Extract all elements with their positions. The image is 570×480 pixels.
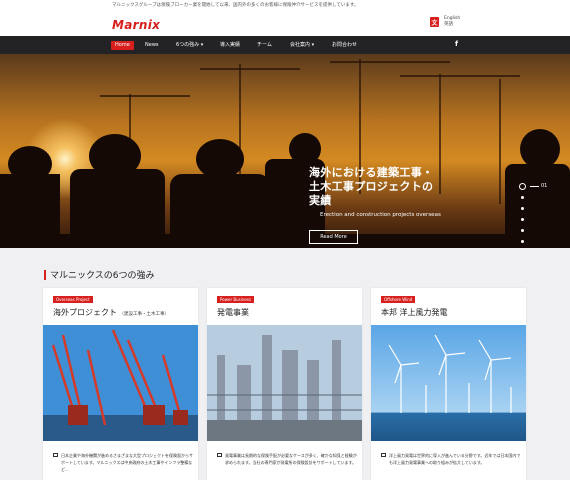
card-title: 発電事業 (217, 308, 249, 317)
card-title: 海外プロジェクト （建設工事・土木工事） (53, 308, 170, 317)
slide-divider (530, 186, 539, 187)
announcement-text: マルニックスグループは保険ブローカー業を開始して以来、国内外の多くのお客様に保険… (112, 3, 359, 8)
nav-item-strengths[interactable]: 6つの強み ▾ (176, 41, 203, 50)
language-japanese-label: 英語 (444, 22, 453, 27)
card-description: 日本企業や海外機関が進めるさまざまな大型プロジェクトを保険面からサポートしていま… (61, 453, 193, 472)
language-icon: 文 (430, 17, 439, 27)
language-switcher[interactable]: 文 English 英語 (430, 16, 460, 28)
card-image-cranes (43, 325, 198, 441)
nav-item-home[interactable]: Home (111, 41, 134, 50)
document-icon (381, 453, 386, 457)
document-icon (217, 453, 222, 457)
strength-card-offshore-wind[interactable]: Offshore Wind 本邦 洋上風力発電 洋上風力発電は世界的に導入が進ん… (371, 288, 526, 480)
nav-item-contact[interactable]: お問合わせ (332, 41, 357, 50)
slide-dot[interactable] (521, 240, 524, 243)
card-description: 発電事業は長期的な保険手配が必要なケースが多く、確かな知見と経験が求められます。… (225, 453, 357, 465)
nav-item-team[interactable]: チーム (257, 41, 272, 50)
site-header: Marnix 文 English 英語 (0, 11, 570, 36)
card-description: 洋上風力発電は世界的に導入が進んでいる分野です。近年では日本国内でも洋上風力発電… (389, 453, 521, 465)
hero-background-image (0, 54, 570, 248)
strengths-section: マルニックスの6つの強み Overseas Project 海外プロジェクト （… (0, 248, 570, 480)
document-icon (53, 453, 58, 457)
card-badge: Overseas Project (53, 296, 93, 303)
card-image-wind-turbines (371, 325, 526, 441)
site-logo[interactable]: Marnix (112, 18, 160, 32)
slide-dot[interactable] (521, 218, 524, 221)
card-title: 本邦 洋上風力発電 (381, 308, 448, 317)
nav-item-company[interactable]: 会社案内 ▾ (290, 41, 314, 50)
slide-dot[interactable] (521, 207, 524, 210)
main-navigation: Home News 6つの強み ▾ 導入実績 チーム 会社案内 ▾ お問合わせ … (0, 36, 570, 54)
card-badge: Offshore Wind (381, 296, 416, 303)
nav-item-news[interactable]: News (145, 41, 159, 50)
read-more-button[interactable]: Read More (309, 230, 358, 244)
hero-subtitle: Erection and construction projects overs… (320, 212, 441, 218)
title-accent-bar (44, 269, 46, 280)
facebook-icon[interactable]: f (455, 40, 458, 48)
slide-dot[interactable] (521, 229, 524, 232)
hero-title: 海外における建築工事・ 土木工事プロジェクトの 実績 (309, 166, 434, 207)
nav-item-case-studies[interactable]: 導入実績 (220, 41, 240, 50)
slide-number: 01 (541, 183, 548, 189)
section-title: マルニックスの6つの強み (44, 268, 154, 281)
top-announcement-bar: マルニックスグループは保険ブローカー業を開始して以来、国内外の多くのお客様に保険… (0, 0, 570, 11)
strength-card-power[interactable]: Power Business 発電事業 発電事業は長期的な保険手配が必要なケース… (207, 288, 362, 480)
slide-indicator-active[interactable] (519, 183, 526, 190)
card-image-power-plant (207, 325, 362, 441)
slide-dot[interactable] (521, 196, 524, 199)
strength-card-overseas[interactable]: Overseas Project 海外プロジェクト （建設工事・土木工事） 日本… (43, 288, 198, 480)
hero-slider: 海外における建築工事・ 土木工事プロジェクトの 実績 Erection and … (0, 54, 570, 248)
card-badge: Power Business (217, 296, 255, 303)
